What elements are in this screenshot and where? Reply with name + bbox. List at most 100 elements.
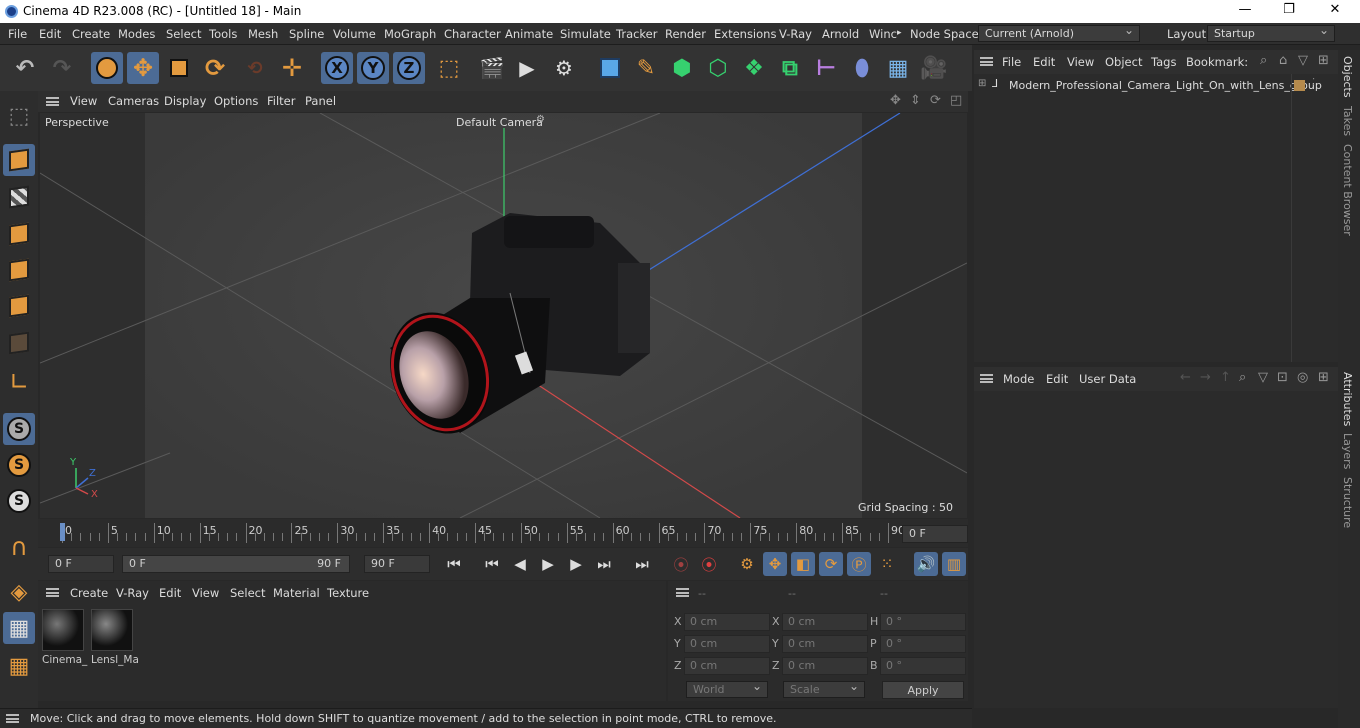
position-z-field[interactable]: 0 cm (684, 657, 770, 675)
y-axis-lock-button[interactable]: Y (357, 52, 389, 84)
tab-objects[interactable]: Objects (1341, 56, 1354, 98)
viewport-menu-view[interactable]: View (70, 94, 97, 108)
menu-extensions[interactable]: Extensions (714, 27, 776, 41)
viewport-move-icon[interactable]: ✥ (890, 93, 901, 108)
position-x-field[interactable]: 0 cm (684, 613, 770, 631)
menu-window[interactable]: Winc (869, 27, 897, 41)
point-mode-icon[interactable] (3, 218, 35, 250)
key-rotation-icon[interactable]: ⟳ (819, 552, 843, 576)
material-menu-select[interactable]: Select (230, 586, 265, 600)
snap-icon[interactable]: S (3, 413, 35, 445)
status-menu-icon[interactable] (6, 714, 19, 723)
previous-frame-icon[interactable]: ◀ (508, 552, 532, 576)
material-menu-texture[interactable]: Texture (327, 586, 369, 600)
polygon-mode-icon[interactable] (3, 290, 35, 322)
x-axis-lock-button[interactable]: X (321, 52, 353, 84)
tab-takes[interactable]: Takes (1341, 106, 1354, 136)
z-axis-lock-button[interactable]: Z (393, 52, 425, 84)
key-parameter-icon[interactable]: Ⓟ (847, 552, 871, 576)
maximize-button[interactable]: ❐ (1274, 2, 1304, 20)
texture-mode-icon[interactable] (3, 181, 35, 213)
size-y-field[interactable]: 0 cm (782, 635, 868, 653)
menu-vray[interactable]: V-Ray (779, 27, 812, 41)
snap-settings-icon[interactable]: S (3, 449, 35, 481)
render-view-icon[interactable]: 🎬 (476, 52, 508, 84)
object-row[interactable]: ⊞ ⅃ Modern_Professional_Camera_Light_On_… (974, 76, 1338, 94)
menu-create[interactable]: Create (72, 27, 110, 41)
render-settings-icon[interactable]: ⚙ (548, 52, 580, 84)
uv-mode-icon[interactable] (3, 327, 35, 359)
menu-overflow-arrow-icon[interactable]: ▸ (897, 28, 902, 38)
recent-tools-icon[interactable]: ⟲ (239, 52, 271, 84)
menu-arnold[interactable]: Arnold (822, 27, 859, 41)
material-thumbnail[interactable] (91, 609, 133, 651)
viewport-menu-display[interactable]: Display (164, 94, 206, 108)
viewport-menu-cameras[interactable]: Cameras (108, 94, 159, 108)
menu-edit[interactable]: Edit (39, 27, 61, 41)
go-to-start-icon[interactable]: ⏮ (442, 552, 466, 576)
subdivision-surface-icon[interactable]: ⬢ (666, 52, 698, 84)
expand-icon[interactable]: ⊞ (978, 78, 986, 89)
render-picture-viewer-icon[interactable]: ▶ (511, 52, 543, 84)
layout-dropdown[interactable]: Startup (1207, 23, 1335, 42)
size-x-field[interactable]: 0 cm (782, 613, 868, 631)
attribute-menu-user-data[interactable]: User Data (1079, 372, 1136, 386)
back-arrow-icon[interactable]: ← (1180, 370, 1191, 385)
tab-attributes[interactable]: Attributes (1341, 372, 1354, 426)
end-frame-field[interactable]: 90 F (364, 555, 430, 573)
viewport-maximize-icon[interactable]: ◰ (950, 93, 962, 108)
up-arrow-icon[interactable]: ↑ (1220, 370, 1231, 385)
menu-tracker[interactable]: Tracker (616, 27, 658, 41)
key-position-icon[interactable]: ✥ (763, 552, 787, 576)
tab-layers[interactable]: Layers (1341, 433, 1354, 469)
extrude-icon[interactable]: ⬡ (702, 52, 734, 84)
material-name-label[interactable]: Cinema_ (42, 654, 87, 666)
camera-settings-icon[interactable]: ⚙ (536, 114, 545, 125)
search-icon[interactable]: ⌕ (1260, 53, 1267, 68)
viewport-menu-icon[interactable] (46, 97, 59, 106)
play-icon[interactable]: ▶ (536, 552, 560, 576)
filter-icon[interactable]: ▽ (1298, 53, 1308, 68)
object-menu-view[interactable]: View (1067, 55, 1094, 69)
go-to-end-icon[interactable]: ⏭ (630, 552, 654, 576)
next-key-icon[interactable]: ⏭ (592, 552, 616, 576)
new-window-icon[interactable]: ⊞ (1318, 53, 1329, 68)
coord-menu-icon[interactable] (676, 588, 689, 597)
playhead-marker[interactable] (60, 523, 65, 541)
current-frame-field[interactable]: 0 F (902, 525, 968, 543)
autokey-icon[interactable]: ⦿ (697, 552, 721, 576)
edge-mode-icon[interactable] (3, 254, 35, 286)
timeline-ruler[interactable]: 0 5 10 15 20 25 30 35 40 45 50 55 60 65 70 75 80 85 90 0 F (38, 519, 968, 547)
material-menu-view[interactable]: View (192, 586, 219, 600)
rotation-b-field[interactable]: 0 ° (880, 657, 966, 675)
deformer-icon[interactable]: ⊢ (810, 52, 842, 84)
select-tool-button[interactable] (91, 52, 123, 84)
minimize-button[interactable]: — (1230, 2, 1260, 20)
attribute-new-window-icon[interactable]: ⊞ (1318, 370, 1329, 385)
rotation-p-field[interactable]: 0 ° (880, 635, 966, 653)
node-space-dropdown[interactable]: Current (Arnold) (978, 23, 1140, 42)
floor-icon[interactable]: ▦ (882, 52, 914, 84)
viewport-menu-filter[interactable]: Filter (267, 94, 295, 108)
record-active-icon[interactable]: ⦿ (669, 552, 693, 576)
rotate-tool-icon[interactable]: ⟳ (199, 52, 231, 84)
forward-arrow-icon[interactable]: → (1200, 370, 1211, 385)
viewport-menu-panel[interactable]: Panel (305, 94, 336, 108)
target-icon[interactable]: ◎ (1297, 370, 1308, 385)
menu-spline[interactable]: Spline (289, 27, 324, 41)
menu-render[interactable]: Render (665, 27, 706, 41)
home-icon[interactable]: ⌂ (1279, 53, 1287, 68)
scale-tool-icon[interactable] (163, 52, 195, 84)
lock-icon[interactable]: ⊡ (1277, 370, 1288, 385)
camera-icon[interactable]: 🎥 (918, 52, 950, 84)
material-menu-icon[interactable] (46, 588, 59, 597)
attribute-filter-icon[interactable]: ▽ (1258, 370, 1268, 385)
magnet-icon[interactable]: ∩ (3, 531, 35, 563)
film-icon[interactable]: ▥ (942, 552, 966, 576)
menu-tools[interactable]: Tools (209, 27, 237, 41)
menu-simulate[interactable]: Simulate (560, 27, 611, 41)
menu-character[interactable]: Character (444, 27, 501, 41)
viewport-rotate-icon[interactable]: ⟳ (930, 93, 941, 108)
key-scale-icon[interactable]: ◧ (791, 552, 815, 576)
array-icon[interactable]: ⧉ (774, 52, 806, 84)
